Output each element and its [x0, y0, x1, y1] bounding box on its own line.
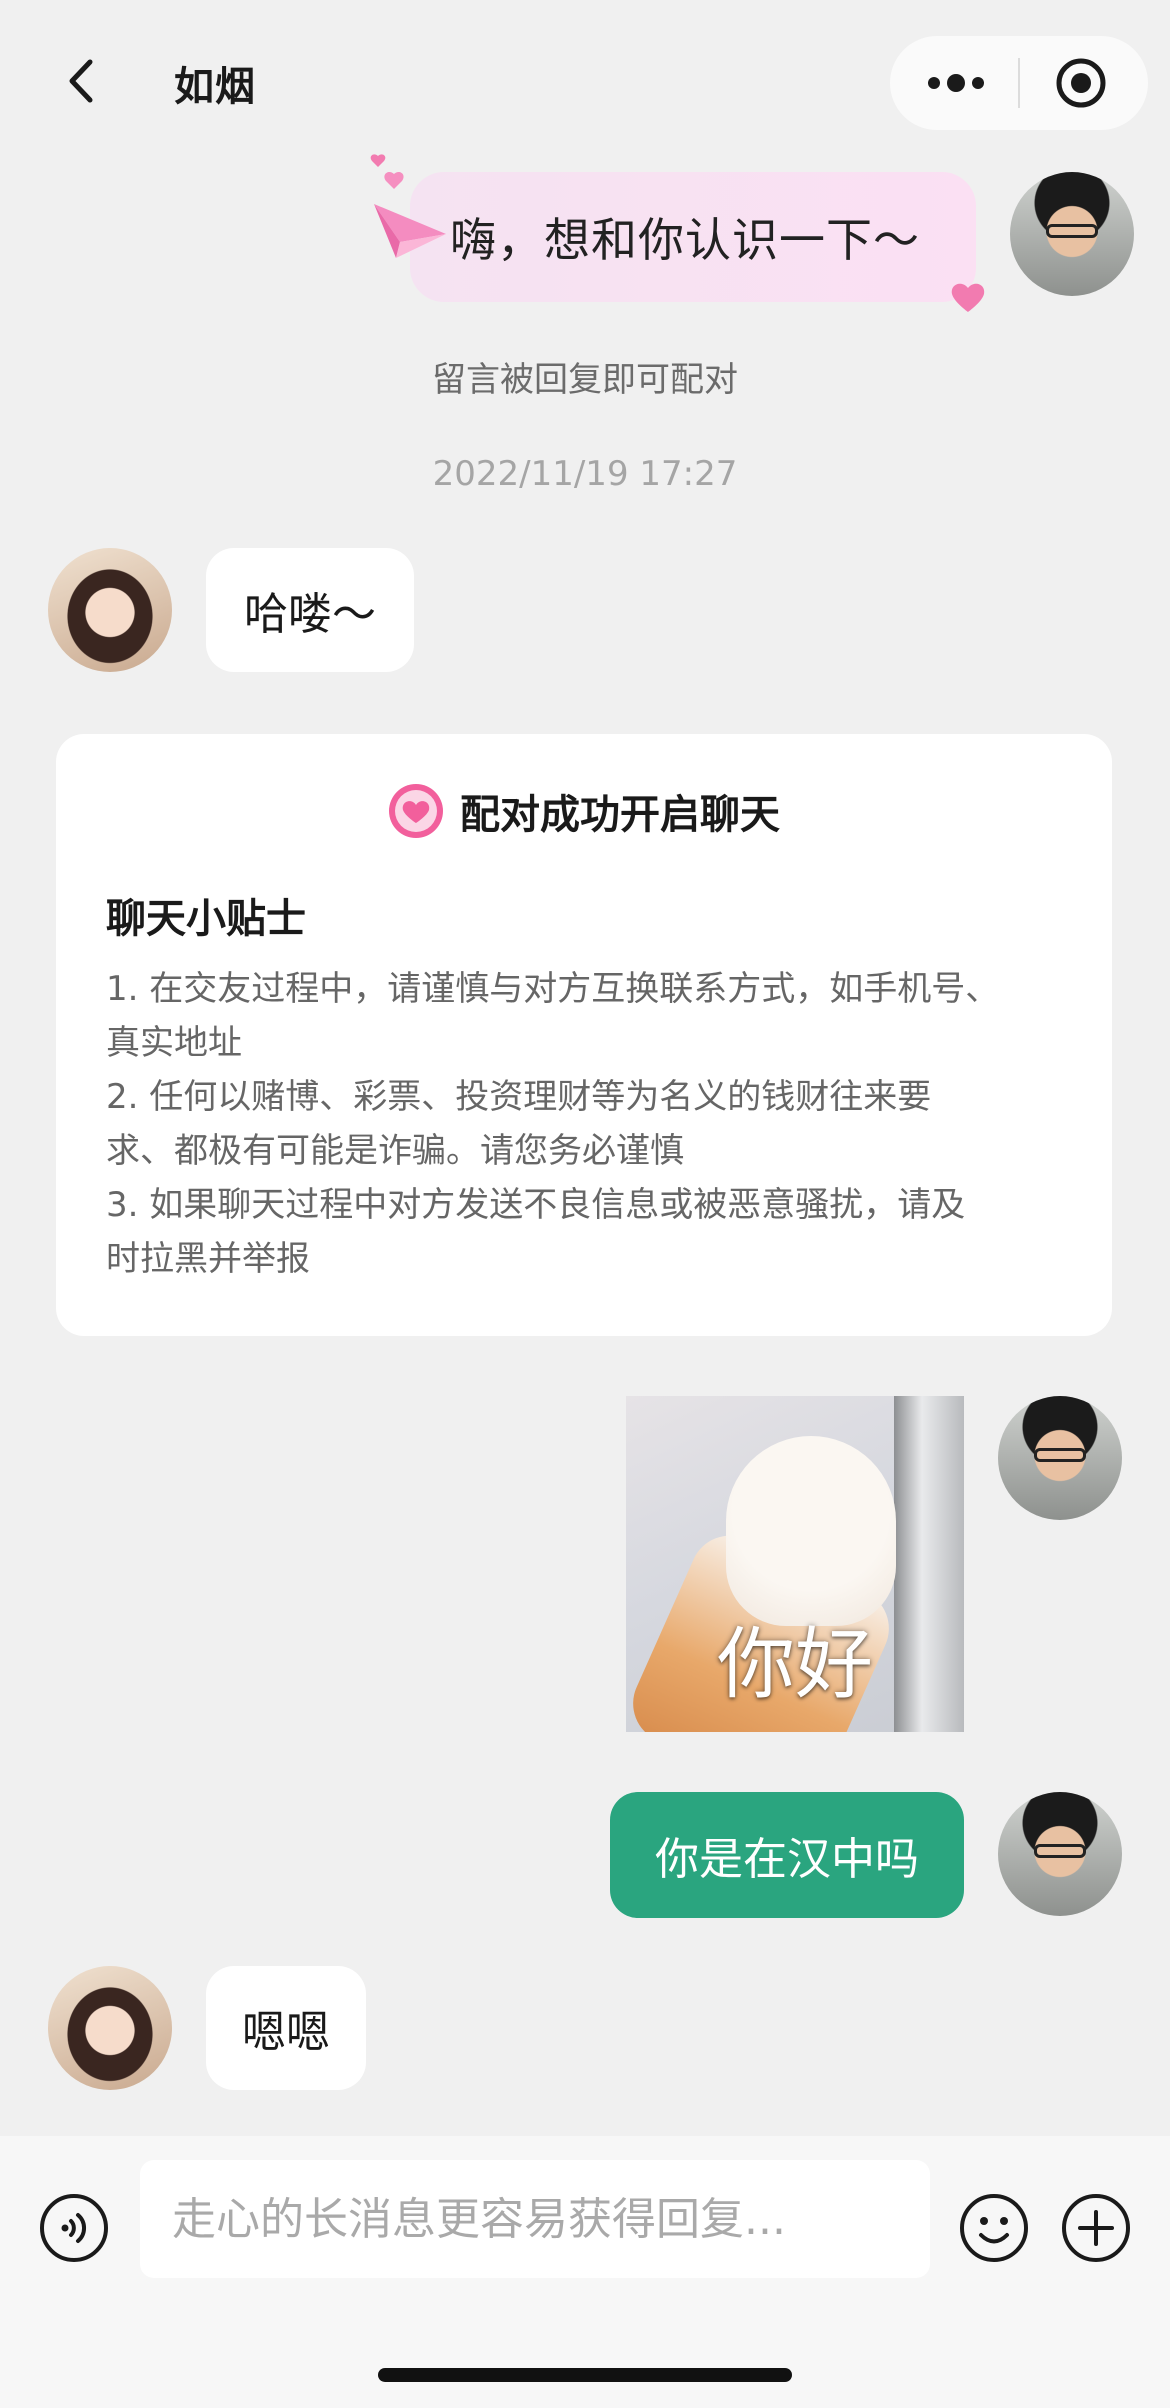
tips-body: 1. 在交友过程中，请谨慎与对方互换联系方式，如手机号、 真实地址 2. 任何以…	[106, 962, 1066, 1286]
message-timestamp: 2022/11/19 17:27	[432, 454, 738, 494]
page-title: 如烟	[174, 64, 256, 110]
avatar-glasses	[1034, 1448, 1086, 1462]
more-dots-icon[interactable]	[920, 63, 992, 103]
sticker-message[interactable]: 你好	[626, 1396, 964, 1732]
greeting-bubble[interactable]: 嗨，想和你认识一下～	[410, 172, 976, 302]
avatar-glasses	[1034, 1844, 1086, 1858]
tips-line: 真实地址	[106, 1023, 242, 1063]
emoji-icon[interactable]	[958, 2192, 1030, 2264]
greeting-text: 嗨，想和你认识一下～	[450, 213, 920, 267]
voice-icon[interactable]	[38, 2192, 110, 2264]
capsule-divider	[1018, 58, 1020, 108]
mini-program-capsule	[890, 36, 1148, 130]
contact-avatar[interactable]	[48, 1966, 172, 2090]
tips-line: 时拉黑并举报	[106, 1239, 310, 1279]
message-text: 嗯嗯	[242, 2007, 330, 2058]
message-text: 你是在汉中吗	[655, 1834, 919, 1885]
tips-line: 3. 如果聊天过程中对方发送不良信息或被恶意骚扰，请及	[106, 1185, 966, 1225]
chat-header: 如烟	[0, 0, 1170, 165]
my-avatar[interactable]	[998, 1396, 1122, 1520]
home-indicator	[378, 2368, 792, 2382]
sticker-cat-paw	[726, 1436, 896, 1626]
chat-page: 如烟 嗨，想和你认识一下～ 留言被回复即可配对 2022/11/19 17:27…	[0, 0, 1170, 2408]
message-text: 哈喽～	[244, 589, 376, 640]
chat-tips-card: 配对成功开启聊天 聊天小贴士 1. 在交友过程中，请谨慎与对方互换联系方式，如手…	[56, 734, 1112, 1336]
tips-subtitle: 聊天小贴士	[106, 896, 306, 942]
message-input[interactable]	[140, 2160, 930, 2278]
heart-decoration-icon	[370, 154, 404, 189]
message-bubble-received[interactable]: 嗯嗯	[206, 1966, 366, 2090]
paper-plane-icon	[374, 204, 446, 258]
my-avatar[interactable]	[998, 1792, 1122, 1916]
avatar-glasses	[1046, 224, 1098, 238]
my-avatar[interactable]	[1010, 172, 1134, 296]
system-tip: 留言被回复即可配对	[432, 360, 738, 400]
tips-line: 求、都极有可能是诈骗。请您务必谨慎	[106, 1131, 684, 1171]
tips-line: 2. 任何以赌博、彩票、投资理财等为名义的钱财往来要	[106, 1077, 932, 1117]
record-target-icon[interactable]	[1054, 56, 1108, 110]
match-heart-icon	[389, 784, 443, 838]
message-bubble-sent[interactable]: 你是在汉中吗	[610, 1792, 964, 1918]
tips-card-header: 配对成功开启聊天	[56, 782, 1112, 840]
heart-decoration-icon	[951, 283, 985, 312]
tips-line: 1. 在交友过程中，请谨慎与对方互换联系方式，如手机号、	[106, 969, 1000, 1009]
sticker-caption: 你好	[716, 1620, 873, 1710]
chevron-left-icon[interactable]	[58, 56, 108, 106]
contact-avatar[interactable]	[48, 548, 172, 672]
message-bubble-received[interactable]: 哈喽～	[206, 548, 414, 672]
tips-heading: 配对成功开启聊天	[460, 792, 780, 838]
plus-icon[interactable]	[1060, 2192, 1132, 2264]
